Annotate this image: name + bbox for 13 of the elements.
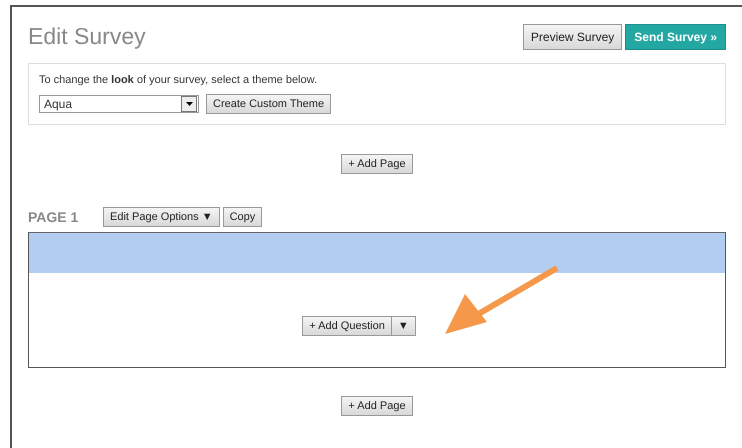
custom-theme-button[interactable]: Create Custom Theme	[206, 94, 332, 114]
add-question-button[interactable]: + Add Question	[302, 316, 391, 336]
add-question-menu-button[interactable]: ▼	[390, 316, 416, 336]
page-title: Edit Survey	[28, 23, 146, 50]
caret-icon	[181, 96, 197, 112]
instruction-text: To change the look of your survey, select a theme below.	[39, 74, 318, 86]
preview-button[interactable]: Preview Survey	[522, 24, 622, 50]
add-page-button[interactable]: + Add Page	[341, 396, 413, 416]
add-page-button[interactable]: + Add Page	[341, 154, 413, 174]
page-label: PAGE 1	[28, 209, 80, 225]
page-options-button[interactable]: Edit Page Options ▼	[103, 207, 220, 227]
copy-button[interactable]: Copy	[222, 207, 262, 227]
theme-dropdown[interactable]: Aqua	[39, 95, 199, 113]
